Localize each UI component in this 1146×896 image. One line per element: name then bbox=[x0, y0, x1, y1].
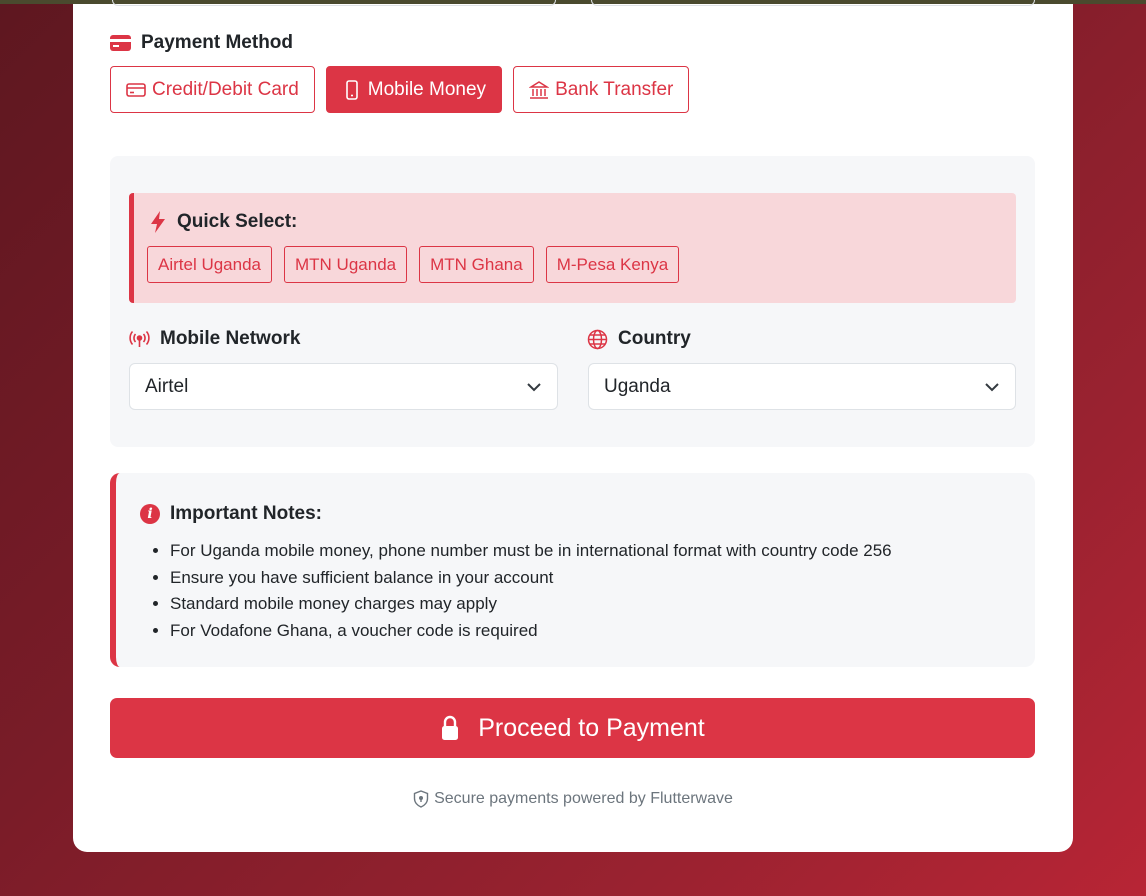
chip-airtel-uganda[interactable]: Airtel Uganda bbox=[147, 246, 273, 283]
list-item: Ensure you have sufficient balance in yo… bbox=[170, 565, 892, 592]
important-notes-box: i Important Notes: For Uganda mobile mon… bbox=[110, 473, 1035, 667]
payment-method-heading: Payment Method bbox=[110, 32, 293, 54]
chevron-down-icon bbox=[527, 382, 541, 391]
mobile-money-label: Mobile Money bbox=[367, 78, 487, 100]
proceed-to-payment-button[interactable]: Proceed to Payment bbox=[110, 698, 1035, 758]
broadcast-icon bbox=[129, 330, 150, 347]
globe-icon bbox=[587, 329, 608, 349]
footer-text: Secure payments powered by Flutterwave bbox=[434, 790, 733, 807]
payment-card: Payment Method Credit/Debit Card Mobile … bbox=[73, 0, 1073, 852]
mobile-money-panel: Quick Select: Airtel Uganda MTN Uganda M… bbox=[110, 156, 1035, 447]
mobile-network-title: Mobile Network bbox=[160, 328, 301, 349]
country-value: Uganda bbox=[604, 375, 671, 397]
important-notes-heading: i Important Notes: bbox=[140, 503, 322, 525]
lock-icon bbox=[442, 715, 459, 740]
previous-fields-edge bbox=[110, 0, 1035, 6]
mobile-network-label: Mobile Network bbox=[129, 328, 300, 350]
secure-footer: Secure payments powered by Flutterwave bbox=[73, 790, 1073, 808]
credit-card-icon bbox=[126, 82, 146, 97]
bank-transfer-button[interactable]: Bank Transfer bbox=[513, 66, 690, 113]
quick-select-chips: Airtel Uganda MTN Uganda MTN Ghana M-Pes… bbox=[147, 246, 680, 283]
bank-transfer-label: Bank Transfer bbox=[555, 78, 674, 100]
country-title: Country bbox=[618, 328, 691, 349]
important-notes-title: Important Notes: bbox=[170, 503, 322, 524]
credit-card-icon bbox=[110, 35, 131, 51]
list-item: For Vodafone Ghana, a voucher code is re… bbox=[170, 618, 892, 645]
country-label: Country bbox=[587, 328, 691, 350]
important-notes-list: For Uganda mobile money, phone number mu… bbox=[170, 538, 892, 644]
chip-mtn-uganda[interactable]: MTN Uganda bbox=[284, 246, 408, 283]
mobile-money-button[interactable]: Mobile Money bbox=[325, 66, 503, 113]
quick-select-box: Quick Select: Airtel Uganda MTN Uganda M… bbox=[129, 193, 1016, 303]
credit-debit-card-button[interactable]: Credit/Debit Card bbox=[110, 66, 315, 113]
mobile-network-select[interactable]: Airtel bbox=[129, 363, 558, 410]
chip-mtn-ghana[interactable]: MTN Ghana bbox=[419, 246, 534, 283]
phone-icon bbox=[345, 79, 358, 100]
quick-select-heading: Quick Select: bbox=[149, 211, 297, 233]
country-select[interactable]: Uganda bbox=[588, 363, 1016, 410]
info-icon: i bbox=[140, 504, 160, 524]
shield-icon bbox=[413, 790, 429, 808]
chevron-down-icon bbox=[985, 382, 999, 391]
chip-mpesa-kenya[interactable]: M-Pesa Kenya bbox=[545, 246, 680, 283]
credit-debit-card-label: Credit/Debit Card bbox=[152, 78, 299, 100]
quick-select-title: Quick Select: bbox=[177, 211, 298, 232]
lightning-icon bbox=[151, 211, 165, 233]
list-item: Standard mobile money charges may apply bbox=[170, 591, 892, 618]
payment-method-options: Credit/Debit Card Mobile Money Bank Tran… bbox=[110, 66, 690, 113]
proceed-label: Proceed to Payment bbox=[478, 713, 705, 742]
bank-icon bbox=[529, 80, 550, 99]
payment-method-title: Payment Method bbox=[141, 32, 294, 53]
list-item: For Uganda mobile money, phone number mu… bbox=[170, 538, 892, 565]
mobile-network-value: Airtel bbox=[145, 375, 189, 397]
